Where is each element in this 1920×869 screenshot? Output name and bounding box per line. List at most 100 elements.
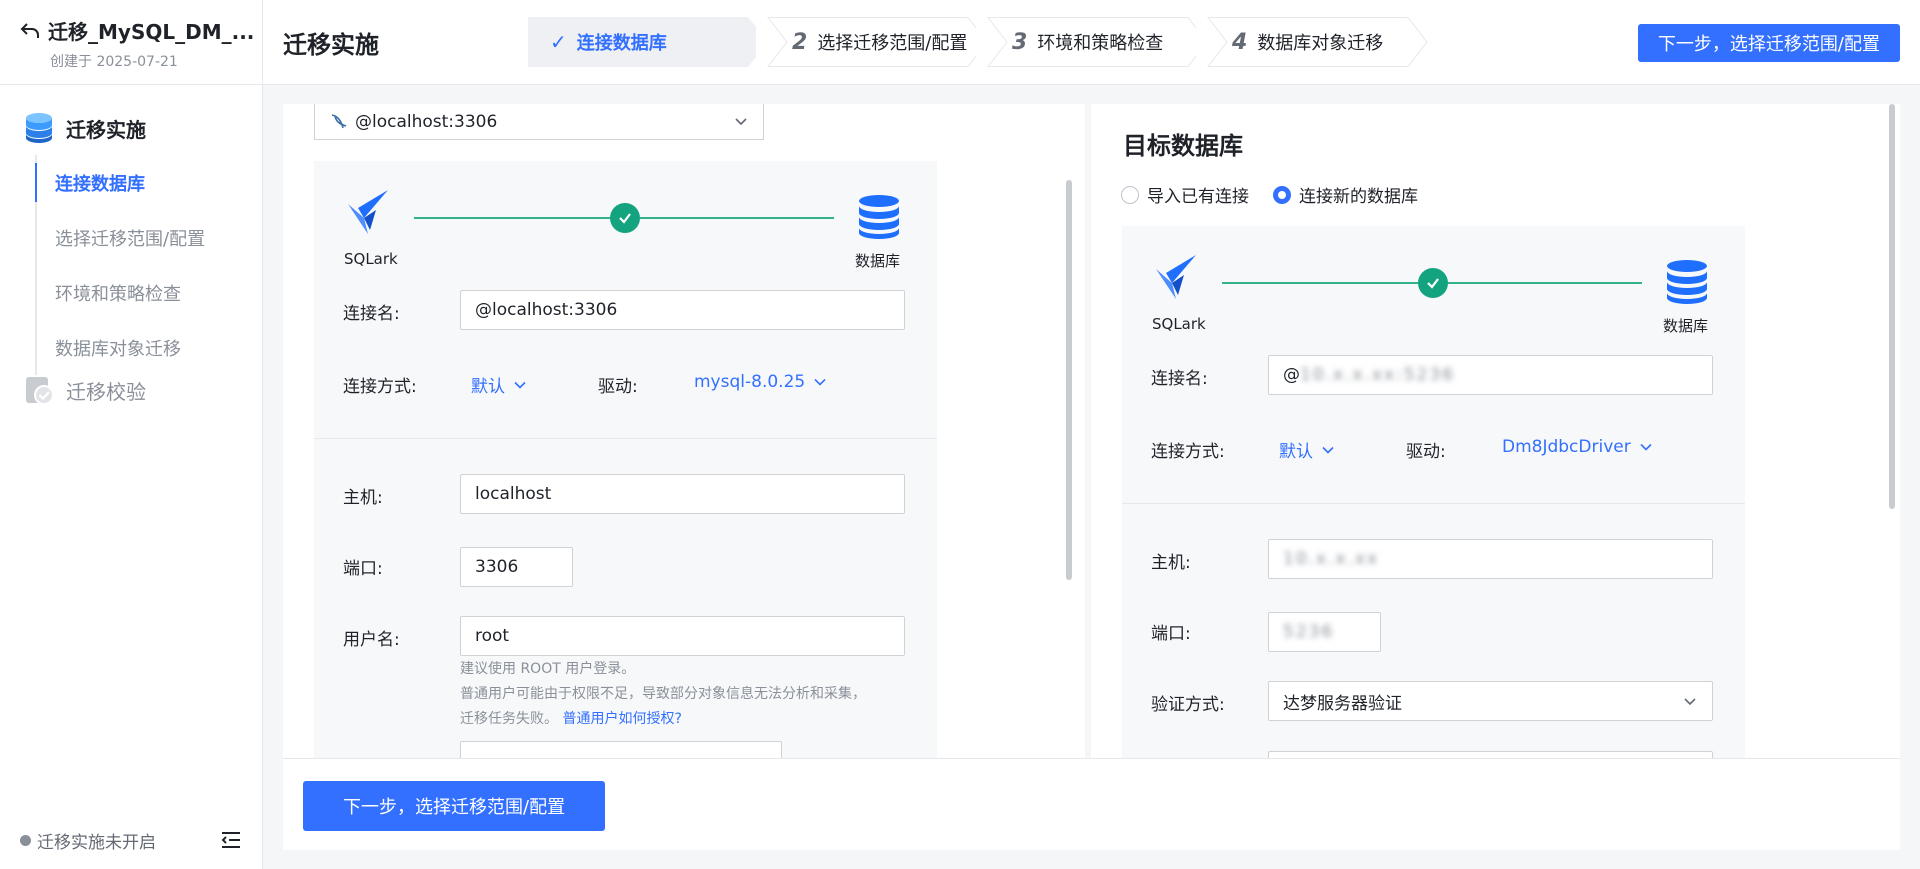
host-input[interactable]: localhost — [460, 474, 905, 514]
source-connection-card: SQLark 数据库 连接名: @localhost:3306 连接方式: 默认… — [314, 161, 937, 758]
verify-check-icon — [22, 373, 56, 407]
hint-line: 迁移任务失败。 — [460, 711, 558, 727]
source-db-panel: @localhost:3306 SQLark 数据库 连接名: @localho… — [283, 104, 1085, 758]
flow-database-label: 数据库 — [1663, 317, 1709, 335]
target-db-title: 目标数据库 — [1123, 132, 1243, 160]
chevron-down-icon — [514, 381, 526, 389]
hint-line: 建议使用 ROOT 用户登录。 — [460, 661, 636, 677]
nav-group-migration-verify[interactable]: 迁移校验 — [0, 369, 262, 411]
status-text: 迁移实施未开启 — [37, 832, 156, 853]
username-hint: 建议使用 ROOT 用户登录。 普通用户可能由于权限不足，导致部分对象信息无法分… — [460, 657, 920, 732]
password-input[interactable] — [460, 741, 782, 758]
card-divider — [314, 438, 937, 439]
sidebar-item-connect-db[interactable]: 连接数据库 — [35, 155, 262, 210]
conn-method-label: 连接方式: — [343, 377, 417, 397]
database-icon — [1665, 259, 1709, 309]
next-step-button-bottom[interactable]: 下一步，选择迁移范围/配置 — [303, 781, 606, 831]
step-label: 数据库对象迁移 — [1257, 33, 1384, 54]
step-scope-config[interactable]: 2 选择迁移范围/配置 — [756, 17, 988, 67]
step-indicator: ✓ 连接数据库 2 选择迁移范围/配置 3 环境和策略检查 4 数据库对象迁移 — [528, 17, 1428, 67]
step-env-check[interactable]: 3 环境和策略检查 — [976, 17, 1208, 67]
mysql-dolphin-icon — [329, 112, 349, 132]
chevron-down-icon — [1640, 443, 1652, 451]
back-arrow-icon[interactable] — [20, 20, 40, 42]
conn-method-value: 默认 — [471, 377, 505, 397]
radio-circle — [1273, 185, 1291, 204]
radio-import-existing[interactable]: 导入已有连接 — [1121, 182, 1249, 207]
conn-name-input[interactable]: @ 10.x.x.xx:5236 — [1268, 355, 1713, 395]
target-db-panel: 目标数据库 导入已有连接 连接新的数据库 SQLark 数据库 连接名: @ 1… — [1091, 104, 1900, 758]
sidebar-item-env-check[interactable]: 环境和策略检查 — [37, 265, 262, 320]
port-input[interactable]: 3306 — [460, 547, 573, 587]
host-redacted: 10.x.x.xx — [1283, 549, 1380, 569]
sqlark-logo-icon — [344, 188, 392, 240]
step-object-migration[interactable]: 4 数据库对象迁移 — [1196, 17, 1428, 67]
next-step-button-top[interactable]: 下一步，选择迁移范围/配置 — [1637, 24, 1900, 62]
status-dot-icon — [20, 834, 31, 846]
chevron-down-icon — [1684, 698, 1696, 706]
auth-method-label: 验证方式: — [1151, 695, 1225, 715]
conn-method-label: 连接方式: — [1151, 442, 1225, 462]
nav-group-label: 迁移实施 — [66, 117, 146, 142]
host-label: 主机: — [1151, 553, 1191, 573]
auth-method-value: 达梦服务器验证 — [1283, 693, 1402, 714]
step-label: 选择迁移范围/配置 — [817, 33, 968, 54]
driver-label: 驱动: — [1406, 442, 1446, 462]
conn-name-redacted: 10.x.x.xx:5236 — [1300, 365, 1456, 385]
bottom-action-bar: 下一步，选择迁移范围/配置 — [283, 758, 1900, 850]
radio-circle — [1121, 185, 1139, 204]
chevron-down-icon — [814, 378, 826, 386]
sidebar-item-object-migration[interactable]: 数据库对象迁移 — [37, 320, 262, 375]
database-icon — [857, 194, 901, 244]
grant-help-link[interactable]: 普通用户如何授权? — [562, 711, 681, 727]
radio-label: 连接新的数据库 — [1299, 187, 1418, 207]
next-field-input[interactable] — [1268, 751, 1713, 758]
username-label: 用户名: — [343, 630, 400, 650]
port-input[interactable]: 5236 — [1268, 612, 1381, 652]
host-input[interactable]: 10.x.x.xx — [1268, 539, 1713, 579]
nav-group-label: 迁移校验 — [66, 379, 146, 404]
conn-name-label: 连接名: — [343, 304, 400, 324]
source-connection-select[interactable]: @localhost:3306 — [314, 104, 764, 140]
hint-line: 普通用户可能由于权限不足，导致部分对象信息无法分析和采集， — [460, 686, 866, 702]
step-number: 4 — [1232, 29, 1248, 55]
flow-sqlark-label: SQLark — [344, 250, 398, 268]
step-label: 连接数据库 — [576, 33, 667, 54]
driver-value: mysql-8.0.25 — [694, 372, 806, 392]
nav-subitems: 连接数据库 选择迁移范围/配置 环境和策略检查 数据库对象迁移 — [35, 155, 262, 375]
conn-method-value: 默认 — [1279, 442, 1313, 462]
project-header: 迁移_MySQL_DM_... 创建于 2025-07-21 — [0, 0, 279, 85]
chevron-down-icon — [1322, 446, 1334, 454]
project-title: 迁移_MySQL_DM_... — [48, 20, 255, 44]
source-connection-value: @localhost:3306 — [355, 111, 498, 132]
sidebar-nav: 迁移实施 连接数据库 选择迁移范围/配置 环境和策略检查 数据库对象迁移 迁移校… — [0, 85, 262, 411]
top-header: 迁移实施 ✓ 连接数据库 2 选择迁移范围/配置 3 环境和策略检查 4 数据库… — [263, 0, 1920, 85]
driver-dropdown[interactable]: Dm8JdbcDriver — [1502, 437, 1653, 457]
port-label: 端口: — [1151, 624, 1191, 644]
sqlark-logo-icon — [1152, 253, 1200, 305]
username-input[interactable]: root — [460, 616, 905, 656]
flow-line-right — [640, 217, 834, 219]
auth-method-select[interactable]: 达梦服务器验证 — [1268, 681, 1713, 721]
port-label: 端口: — [343, 559, 383, 579]
conn-name-input[interactable]: @localhost:3306 — [460, 290, 905, 330]
radio-label: 导入已有连接 — [1147, 187, 1249, 207]
conn-method-dropdown[interactable]: 默认 — [471, 372, 527, 397]
nav-group-migration-impl[interactable]: 迁移实施 — [0, 107, 262, 149]
flow-line-left — [414, 217, 614, 219]
conn-method-dropdown[interactable]: 默认 — [1279, 437, 1335, 462]
database-stack-icon — [22, 111, 56, 145]
collapse-sidebar-icon[interactable] — [220, 830, 242, 850]
sidebar-item-scope-config[interactable]: 选择迁移范围/配置 — [37, 210, 262, 265]
source-panel-scrollbar[interactable] — [1066, 180, 1072, 580]
target-connection-card: SQLark 数据库 连接名: @ 10.x.x.xx:5236 连接方式: 默… — [1122, 226, 1745, 758]
driver-dropdown[interactable]: mysql-8.0.25 — [694, 372, 827, 392]
radio-new-connection[interactable]: 连接新的数据库 — [1273, 182, 1418, 207]
host-label: 主机: — [343, 488, 383, 508]
page-title: 迁移实施 — [283, 31, 379, 59]
step-number: 2 — [792, 29, 808, 55]
connection-success-icon — [610, 203, 640, 233]
flow-sqlark-label: SQLark — [1152, 315, 1206, 333]
target-panel-scrollbar[interactable] — [1889, 104, 1895, 509]
step-connect-db[interactable]: ✓ 连接数据库 — [528, 17, 768, 67]
